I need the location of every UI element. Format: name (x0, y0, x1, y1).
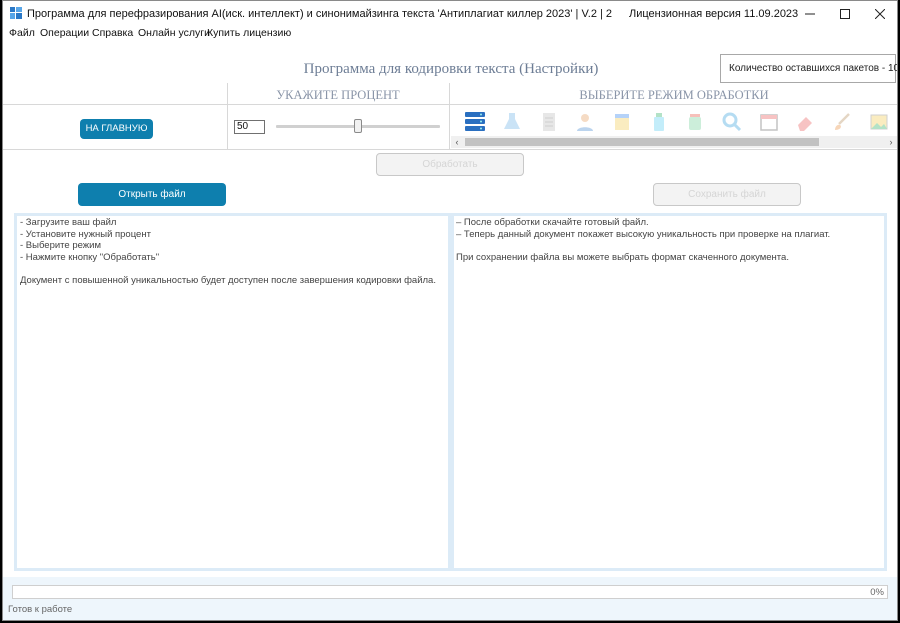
percent-slider-thumb[interactable] (354, 119, 362, 133)
app-icon (10, 7, 22, 19)
instruction-line (20, 264, 445, 276)
instruction-line: - Загрузите ваш файл (20, 217, 117, 228)
save-file-button[interactable]: Сохранить файл (653, 183, 801, 206)
mode-picture[interactable] (860, 109, 897, 135)
server-icon (465, 112, 486, 131)
maximize-button[interactable] (828, 1, 862, 26)
mode-heading: ВЫБЕРИТЕ РЕЖИМ ОБРАБОТКИ (579, 88, 769, 102)
instruction-line: - Нажмите кнопку "Обработать" (20, 252, 160, 264)
brush-icon (835, 113, 850, 130)
modes-scrollbar[interactable]: ‹ › (451, 136, 897, 148)
mode-bottle[interactable] (640, 109, 677, 135)
status-text: Готов к работе (8, 604, 73, 615)
menu-operations[interactable]: Операции (40, 27, 89, 39)
instruction-line: - Выберите режим (20, 240, 101, 252)
packets-counter: Количество оставшихся пакетов - 1000 (720, 54, 897, 83)
instruction-line: – Теперь данный документ покажет высокую… (456, 228, 831, 240)
mode-eraser[interactable] (787, 109, 824, 135)
title-bar: Программа для перефразирования AI(иск. и… (3, 1, 897, 26)
person-icon (577, 114, 594, 131)
minimize-icon (805, 13, 815, 14)
instruction-line (456, 240, 882, 252)
mode-notepad[interactable] (604, 109, 641, 135)
mode-magnifier[interactable] (714, 109, 751, 135)
instruction-line: – После обработки скачайте готовый файл. (456, 217, 649, 228)
license-label: Лицензионная версия 11.09.2023 (629, 8, 799, 20)
window-title: Программа для перефразирования AI(иск. и… (27, 8, 613, 20)
minimize-button[interactable] (793, 1, 827, 26)
mode-server[interactable] (457, 109, 494, 135)
home-button[interactable]: НА ГЛАВНУЮ (80, 119, 153, 139)
process-button[interactable]: Обработать (376, 153, 524, 176)
mode-jar[interactable] (677, 109, 714, 135)
percent-heading: УКАЖИТЕ ПРОЦЕНТ (276, 88, 400, 102)
bottle-icon (653, 113, 664, 131)
magnifier-icon (722, 112, 742, 132)
scroll-right-icon[interactable]: › (885, 136, 897, 148)
maximize-icon (840, 8, 850, 19)
status-area (3, 577, 897, 620)
progress-label: 0% (870, 587, 884, 598)
close-icon (875, 8, 885, 19)
instructions-panel-left[interactable]: - Загрузите ваш файл - Установите нужный… (14, 213, 451, 571)
menu-help[interactable]: Справка (92, 27, 133, 39)
mode-icons-strip (457, 109, 897, 135)
mode-document[interactable] (530, 109, 567, 135)
progress-bar: 0% (12, 585, 888, 599)
scroll-left-icon[interactable]: ‹ (451, 136, 463, 148)
open-file-button[interactable]: Открыть файл (78, 183, 226, 206)
instruction-line: При сохранении файла вы можете выбрать ф… (456, 252, 789, 264)
close-button[interactable] (863, 1, 897, 26)
instructions-panel-right[interactable]: – После обработки скачайте готовый файл.… (451, 213, 887, 571)
divider (3, 104, 897, 105)
app-window: Программа для перефразирования AI(иск. и… (2, 0, 898, 621)
mode-flask[interactable] (494, 109, 531, 135)
mode-brush[interactable] (824, 109, 861, 135)
document-icon (542, 113, 555, 131)
menu-online-services[interactable]: Онлайн услуги (138, 27, 210, 39)
mode-person[interactable] (567, 109, 604, 135)
percent-input[interactable]: 50 (234, 120, 265, 134)
flask-icon (504, 113, 520, 129)
calendar-icon (759, 114, 778, 131)
divider (3, 149, 897, 150)
eraser-icon (798, 117, 813, 131)
menu-bar: Файл Операции Справка Онлайн услуги Купи… (3, 26, 897, 40)
menu-buy-license[interactable]: Купить лицензию (207, 27, 291, 39)
instruction-line: - Установите нужный процент (20, 228, 151, 240)
instruction-line: Документ с повышенной уникальностью буде… (20, 275, 436, 287)
picture-icon (870, 114, 888, 130)
jar-icon (689, 114, 702, 130)
menu-file[interactable]: Файл (9, 27, 35, 39)
scrollbar-thumb[interactable] (465, 138, 819, 146)
mode-calendar[interactable] (750, 109, 787, 135)
notepad-icon (615, 114, 630, 130)
